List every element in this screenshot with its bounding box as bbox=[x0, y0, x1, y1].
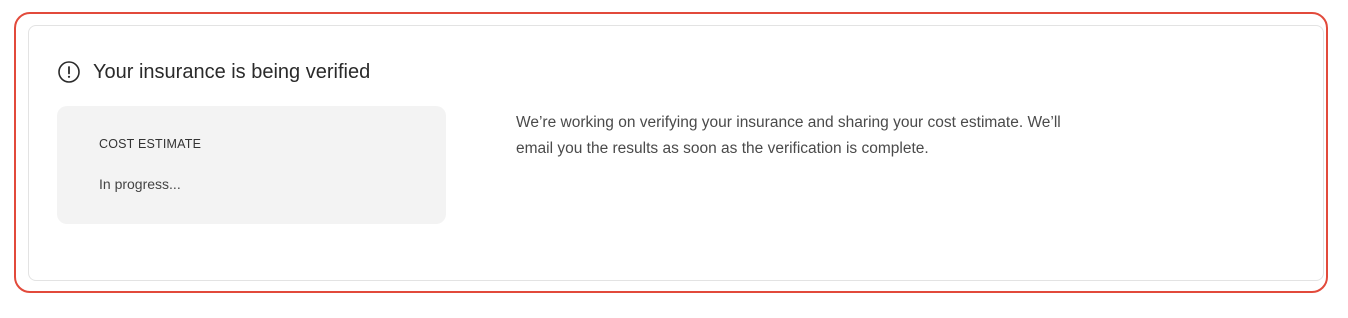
cost-estimate-panel: COST ESTIMATE In progress... bbox=[57, 106, 446, 224]
verification-message: We’re working on verifying your insuranc… bbox=[516, 114, 1061, 157]
cost-estimate-status: In progress... bbox=[99, 176, 181, 192]
verification-title: Your insurance is being verified bbox=[93, 61, 371, 83]
cost-estimate-label: COST ESTIMATE bbox=[99, 137, 202, 151]
exclamation-circle-icon bbox=[57, 60, 81, 84]
verification-header: Your insurance is being verified bbox=[57, 58, 370, 86]
